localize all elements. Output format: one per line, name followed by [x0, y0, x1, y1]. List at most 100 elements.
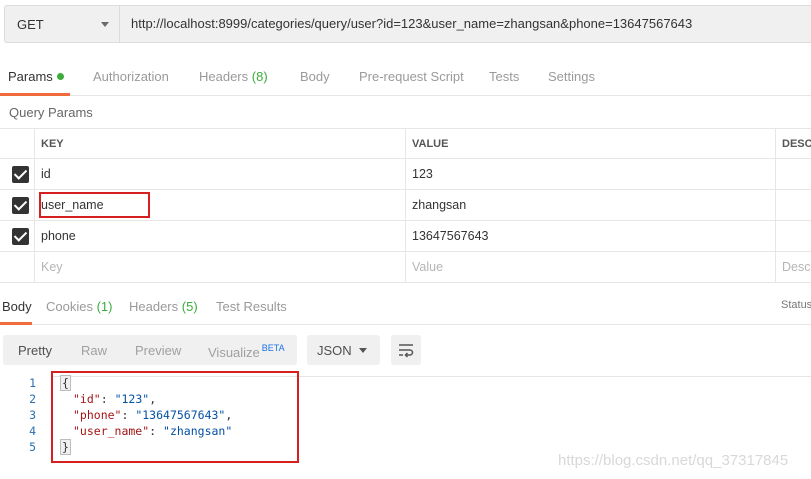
json-separator: ,: [225, 408, 233, 422]
json-key: "id": [73, 392, 101, 406]
table-row: user_name zhangsan: [0, 190, 811, 221]
header-check-cell: [0, 129, 34, 158]
tab-pre-request-label: Pre-request Script: [359, 69, 464, 84]
param-value-cell[interactable]: zhangsan: [405, 190, 775, 220]
line-number: 3: [29, 408, 36, 422]
tab-body-label: Body: [300, 69, 330, 84]
param-description-cell[interactable]: [775, 221, 811, 251]
active-tab-indicator: [0, 93, 70, 96]
param-description-cell[interactable]: [775, 159, 811, 189]
param-description-cell[interactable]: [775, 190, 811, 220]
request-tabs: Params Authorization Headers (8) Body Pr…: [0, 60, 811, 96]
tab-tests[interactable]: Tests: [489, 69, 519, 84]
beta-badge: BETA: [261, 343, 285, 353]
tab-response-body[interactable]: Body: [2, 299, 32, 314]
view-preview-button[interactable]: Preview: [135, 343, 181, 358]
tab-settings-label: Settings: [548, 69, 595, 84]
table-row: id 123: [0, 159, 811, 190]
active-response-tab-indicator: [0, 322, 32, 325]
tab-authorization[interactable]: Authorization: [93, 69, 169, 84]
tab-response-headers[interactable]: Headers (5): [129, 299, 198, 314]
column-header-key: KEY: [34, 129, 405, 158]
json-key: "phone": [73, 408, 122, 422]
tab-response-body-label: Body: [2, 299, 32, 314]
line-number: 1: [29, 376, 36, 390]
json-key: "user_name": [73, 424, 150, 438]
method-label: GET: [17, 17, 44, 32]
watermark: https://blog.csdn.net/qq_37317845: [558, 452, 789, 469]
code-line: {: [60, 375, 71, 391]
visualize-label: Visualize: [208, 345, 260, 360]
editor-divider: [52, 376, 811, 389]
code-line: }: [60, 439, 71, 455]
json-value: "123": [114, 392, 150, 406]
new-description-input[interactable]: Descr: [775, 252, 811, 282]
close-brace: }: [60, 439, 71, 455]
params-active-dot-icon: [56, 73, 64, 80]
url-input[interactable]: http://localhost:8999/categories/query/u…: [119, 5, 811, 43]
column-header-description: DESCR: [775, 129, 811, 158]
view-raw-button[interactable]: Raw: [81, 343, 107, 358]
tab-test-results-label: Test Results: [216, 299, 287, 314]
checkbox-checked-icon[interactable]: [12, 166, 29, 183]
tab-cookies-label: Cookies: [46, 299, 93, 314]
tab-cookies[interactable]: Cookies (1): [46, 299, 112, 314]
code-line: "user_name": "zhangsan": [73, 424, 233, 438]
tab-headers[interactable]: Headers (8): [199, 69, 268, 84]
response-tabs: Body Cookies (1) Headers (5) Test Result…: [0, 294, 811, 325]
json-separator: ,: [149, 392, 157, 406]
param-value-cell[interactable]: 13647567643: [405, 221, 775, 251]
checkbox-checked-icon[interactable]: [12, 228, 29, 245]
tab-authorization-label: Authorization: [93, 69, 169, 84]
tab-pre-request-script[interactable]: Pre-request Script: [359, 69, 464, 84]
table-row: phone 13647567643: [0, 221, 811, 252]
row-check-cell: [0, 190, 34, 220]
chevron-down-icon: [359, 348, 367, 353]
status-label: Status: [781, 299, 811, 311]
wrap-lines-button[interactable]: [391, 335, 421, 365]
tab-params[interactable]: Params: [8, 69, 64, 84]
wrap-lines-icon: [399, 344, 414, 358]
new-key-input[interactable]: Key: [34, 252, 405, 282]
param-key-cell[interactable]: id: [34, 159, 405, 189]
table-row-new: Key Value Descr: [0, 252, 811, 283]
view-pretty-button[interactable]: Pretty: [18, 343, 52, 358]
tab-cookies-count: (1): [96, 299, 113, 314]
param-value-cell[interactable]: 123: [405, 159, 775, 189]
row-check-cell: [0, 252, 34, 282]
request-url-bar: GET http://localhost:8999/categories/que…: [0, 0, 811, 48]
code-line: "phone": "13647567643",: [73, 408, 233, 422]
tab-headers-count: (8): [251, 69, 268, 84]
tab-tests-label: Tests: [489, 69, 520, 84]
tab-settings[interactable]: Settings: [548, 69, 595, 84]
param-key-cell[interactable]: phone: [34, 221, 405, 251]
tab-params-label: Params: [8, 69, 53, 84]
view-mode-segmented: Pretty Raw Preview Visualize BETA: [3, 335, 297, 365]
method-select[interactable]: GET: [4, 5, 119, 43]
column-header-value: VALUE: [405, 129, 775, 158]
line-number: 4: [29, 424, 36, 438]
row-check-cell: [0, 221, 34, 251]
checkbox-checked-icon[interactable]: [12, 197, 29, 214]
tab-response-headers-label: Headers: [129, 299, 179, 314]
tab-body[interactable]: Body: [300, 69, 330, 84]
table-header-row: KEY VALUE DESCR: [0, 128, 811, 159]
row-check-cell: [0, 159, 34, 189]
view-visualize-button[interactable]: Visualize BETA: [208, 343, 285, 360]
format-label: JSON: [317, 343, 352, 358]
query-params-table: KEY VALUE DESCR id 123 user_name zhangsa…: [0, 128, 811, 283]
json-value: "zhangsan": [163, 424, 233, 438]
json-value: "13647567643": [135, 408, 226, 422]
open-brace: {: [60, 375, 71, 391]
chevron-down-icon: [101, 22, 109, 27]
line-number: 5: [29, 440, 36, 454]
tab-headers-label: Headers: [199, 69, 249, 84]
line-number: 2: [29, 392, 36, 406]
param-key-cell[interactable]: user_name: [34, 190, 405, 220]
tab-test-results[interactable]: Test Results: [216, 299, 287, 314]
query-params-label: Query Params: [9, 105, 93, 120]
tab-response-headers-count: (5): [181, 299, 198, 314]
new-value-input[interactable]: Value: [405, 252, 775, 282]
code-line: "id": "123",: [73, 392, 157, 406]
format-select[interactable]: JSON: [307, 335, 380, 365]
